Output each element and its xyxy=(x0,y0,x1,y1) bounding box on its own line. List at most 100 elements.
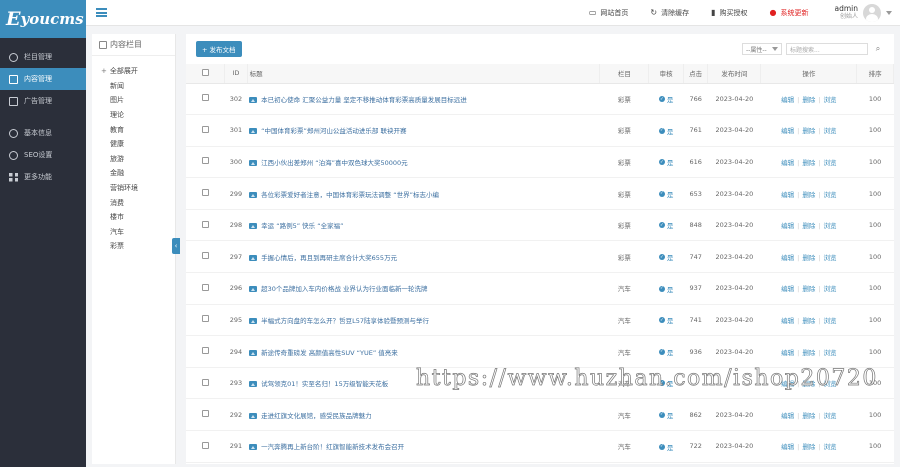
row-checkbox[interactable] xyxy=(201,220,209,228)
row-title[interactable]: 一汽奔腾再上新台阶！红旗智能新技术发布会召开 xyxy=(261,443,404,451)
col-clicks[interactable]: 点击 xyxy=(683,64,709,84)
buy-license-link[interactable]: ▮ 购买授权 xyxy=(711,8,747,18)
attribute-select[interactable]: --属性-- xyxy=(742,43,782,55)
edit-link[interactable]: 编辑 xyxy=(781,96,794,104)
edit-link[interactable]: 编辑 xyxy=(781,380,794,388)
row-title[interactable]: 走进红旗文化展馆，感受民族品牌魅力 xyxy=(261,412,372,420)
view-link[interactable]: 浏览 xyxy=(824,191,837,199)
tree-item[interactable]: 汽车 xyxy=(92,225,175,240)
row-checkbox[interactable] xyxy=(201,441,209,449)
delete-link[interactable]: 删除 xyxy=(802,222,815,230)
edit-link[interactable]: 编辑 xyxy=(781,443,794,451)
row-checkbox[interactable] xyxy=(201,347,209,355)
site-home-link[interactable]: ▭ 网站首页 xyxy=(589,8,629,18)
review-status-toggle[interactable]: ✓ 是 xyxy=(658,315,673,325)
system-update-link[interactable]: ● 系统更新 xyxy=(770,8,809,18)
row-checkbox[interactable] xyxy=(201,157,209,165)
review-status-toggle[interactable]: ✓ 是 xyxy=(658,189,673,199)
row-order[interactable]: 100 xyxy=(856,335,894,368)
row-order[interactable]: 100 xyxy=(856,83,894,116)
row-title[interactable]: 各位彩票爱好者注意，中国体育彩票玩法调整 “世界”标志小编 xyxy=(261,191,439,199)
row-checkbox[interactable] xyxy=(201,94,209,102)
row-title[interactable]: “中国体育彩票”郑州河山公益活动进乐部 联袂开赛 xyxy=(261,127,406,135)
review-status-toggle[interactable]: ✓ 是 xyxy=(658,378,673,388)
delete-link[interactable]: 删除 xyxy=(802,96,815,104)
row-title[interactable]: 幸运 “路例5” 快乐 “全家福” xyxy=(261,222,343,230)
edit-link[interactable]: 编辑 xyxy=(781,222,794,230)
delete-link[interactable]: 删除 xyxy=(802,127,815,135)
view-link[interactable]: 浏览 xyxy=(824,317,837,325)
review-status-toggle[interactable]: ✓ 是 xyxy=(658,220,673,230)
view-link[interactable]: 浏览 xyxy=(824,285,837,293)
row-checkbox[interactable] xyxy=(201,283,209,291)
row-title[interactable]: 半幅式方向盘的车怎么开？哲豆L57陆享体验暨预测与举行 xyxy=(261,317,429,325)
review-status-toggle[interactable]: ✓ 是 xyxy=(658,252,673,262)
row-order[interactable]: 100 xyxy=(856,304,894,337)
sidebar-item-column-management[interactable]: 栏目管理 xyxy=(0,46,86,68)
row-checkbox[interactable] xyxy=(201,125,209,133)
row-title[interactable]: 超30个品牌加入车内价格战 业界认为行业面临新一轮洗牌 xyxy=(261,285,427,293)
tree-item[interactable]: 理论 xyxy=(92,108,175,123)
row-order[interactable]: 100 xyxy=(856,398,894,432)
sidebar-item-seo-settings[interactable]: SEO设置 xyxy=(0,144,86,166)
edit-link[interactable]: 编辑 xyxy=(781,349,794,357)
delete-link[interactable]: 删除 xyxy=(802,349,815,357)
tree-item[interactable]: 金融 xyxy=(92,166,175,181)
view-link[interactable]: 浏览 xyxy=(824,254,837,262)
tree-item[interactable]: 楼市 xyxy=(92,210,175,225)
row-order[interactable]: 100 xyxy=(856,272,894,305)
edit-link[interactable]: 编辑 xyxy=(781,412,794,420)
view-link[interactable]: 浏览 xyxy=(824,127,837,135)
row-order[interactable]: 100 xyxy=(856,240,894,274)
user-menu[interactable]: admin 创始人 xyxy=(835,3,892,22)
row-checkbox[interactable] xyxy=(201,252,209,260)
app-logo[interactable]: Eyoucms xyxy=(0,0,86,38)
review-status-toggle[interactable]: ✓ 是 xyxy=(658,284,673,294)
row-title[interactable]: 本已初心使命 汇聚公益力量 坚定不移推动体育彩票高质量发展目标远进 xyxy=(261,96,467,104)
view-link[interactable]: 浏览 xyxy=(824,349,837,357)
tree-expand-all[interactable]: + 全部展开 xyxy=(92,64,175,79)
view-link[interactable]: 浏览 xyxy=(824,443,837,451)
row-title[interactable]: 江西小伙出差郑州 “泊海”喜中双色球大奖50000元 xyxy=(261,159,407,167)
row-order[interactable]: 100 xyxy=(856,209,894,242)
delete-link[interactable]: 删除 xyxy=(802,191,815,199)
delete-link[interactable]: 删除 xyxy=(802,254,815,262)
row-title[interactable]: 试驾领克01！实至名归！15万级智能天花板 xyxy=(261,380,388,388)
review-status-toggle[interactable]: ✓ 是 xyxy=(658,410,673,420)
review-status-toggle[interactable]: ✓ 是 xyxy=(658,94,673,104)
view-link[interactable]: 浏览 xyxy=(824,159,837,167)
tree-item[interactable]: 消费 xyxy=(92,195,175,210)
row-checkbox[interactable] xyxy=(201,378,209,386)
view-link[interactable]: 浏览 xyxy=(824,380,837,388)
tree-item[interactable]: 彩票 xyxy=(92,239,175,254)
review-status-toggle[interactable]: ✓ 是 xyxy=(658,442,673,452)
view-link[interactable]: 浏览 xyxy=(824,96,837,104)
add-document-button[interactable]: + 发布文档 xyxy=(196,41,242,57)
delete-link[interactable]: 删除 xyxy=(802,412,815,420)
view-link[interactable]: 浏览 xyxy=(824,412,837,420)
view-link[interactable]: 浏览 xyxy=(824,222,837,230)
clear-cache-link[interactable]: ↻ 清除缓存 xyxy=(650,8,689,18)
sidebar-item-ad-management[interactable]: 广告管理 xyxy=(0,90,86,112)
row-order[interactable]: 100 xyxy=(856,367,894,400)
delete-link[interactable]: 删除 xyxy=(802,317,815,325)
menu-toggle-icon[interactable] xyxy=(96,8,107,17)
col-review[interactable]: 审核 xyxy=(648,64,684,84)
edit-link[interactable]: 编辑 xyxy=(781,285,794,293)
sidebar-item-more-features[interactable]: 更多功能 xyxy=(0,166,86,188)
collapse-tree-button[interactable]: ‹ xyxy=(172,238,180,254)
tree-item[interactable]: 营销环境 xyxy=(92,181,175,196)
review-status-toggle[interactable]: ✓ 是 xyxy=(658,157,673,167)
row-title[interactable]: 手握心情后，再且到再研主席合计大奖655万元 xyxy=(261,254,397,262)
tree-item[interactable]: 健康 xyxy=(92,137,175,152)
review-status-toggle[interactable]: ✓ 是 xyxy=(658,347,673,357)
tree-item[interactable]: 教育 xyxy=(92,122,175,137)
delete-link[interactable]: 删除 xyxy=(802,285,815,293)
edit-link[interactable]: 编辑 xyxy=(781,191,794,199)
row-order[interactable]: 100 xyxy=(856,430,894,463)
col-id[interactable]: ID xyxy=(224,64,248,84)
row-checkbox[interactable] xyxy=(201,410,209,418)
tree-item[interactable]: 新闻 xyxy=(92,79,175,94)
delete-link[interactable]: 删除 xyxy=(802,380,815,388)
edit-link[interactable]: 编辑 xyxy=(781,317,794,325)
